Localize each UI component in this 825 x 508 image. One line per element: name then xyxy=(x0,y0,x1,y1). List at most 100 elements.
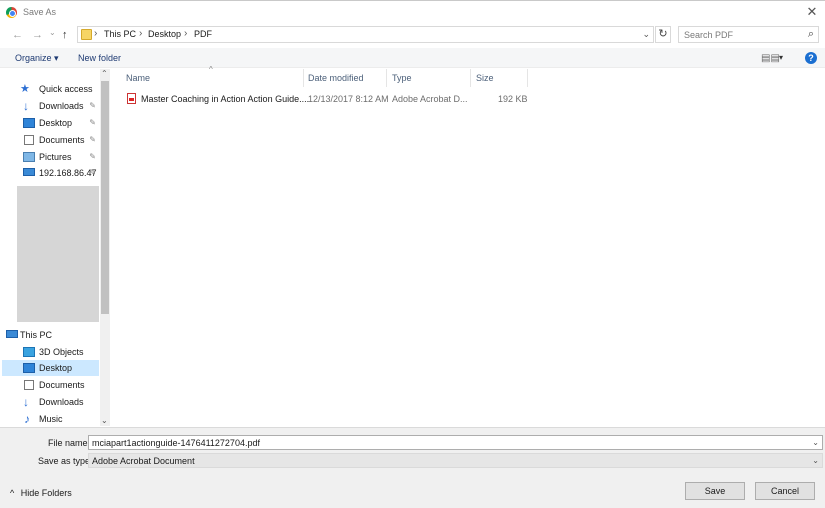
download-arrow-icon: ↓ xyxy=(23,99,29,113)
column-header-date-modified[interactable]: Date modified xyxy=(308,73,364,83)
pdf-file-icon xyxy=(127,93,136,104)
breadcrumb-desktop[interactable]: Desktop xyxy=(148,29,181,39)
sidebar-item-documents-pc[interactable]: Documents xyxy=(18,377,98,393)
sidebar-item-label: 192.168.86.47 xyxy=(39,168,97,178)
file-type: Adobe Acrobat D... xyxy=(392,94,468,104)
pin-icon[interactable]: ✎ xyxy=(89,132,96,148)
command-bar: Organize ▾ New folder ▤▤ ▾ ? xyxy=(0,48,825,68)
column-header-size[interactable]: Size xyxy=(476,73,494,83)
sidebar-item-label: 3D Objects xyxy=(39,347,84,357)
search-box[interactable]: Search PDF ⌕ xyxy=(678,26,819,43)
breadcrumb-separator: › xyxy=(94,28,98,39)
pin-icon[interactable]: ✎ xyxy=(89,98,96,114)
breadcrumb-separator: › xyxy=(139,28,143,39)
file-name-field[interactable]: mciapart1actionguide-1476411272704.pdf ⌄ xyxy=(88,435,823,450)
file-name[interactable]: Master Coaching in Action Action Guide..… xyxy=(141,94,309,104)
new-folder-button[interactable]: New folder xyxy=(78,53,121,63)
sidebar-item-desktop[interactable]: Desktop ✎ xyxy=(18,115,98,131)
address-dropdown-icon[interactable]: ⌄ xyxy=(642,29,650,40)
close-icon[interactable]: ✕ xyxy=(803,3,821,21)
pin-icon[interactable]: ✎ xyxy=(89,115,96,131)
forward-arrow-icon[interactable]: → xyxy=(32,28,43,42)
documents-icon xyxy=(24,135,34,145)
sidebar-item-label: This PC xyxy=(20,330,53,340)
chevron-down-icon[interactable]: ⌄ xyxy=(812,456,819,465)
sidebar-item-documents[interactable]: Documents ✎ xyxy=(18,132,98,148)
save-options-panel: File name: mciapart1actionguide-14764112… xyxy=(0,427,825,508)
pictures-icon xyxy=(23,152,35,162)
sidebar-item-downloads[interactable]: ↓ Downloads ✎ xyxy=(18,98,98,114)
file-size: 192 KB xyxy=(498,94,528,104)
sidebar-item-network-drive[interactable]: 192.168.86.47 ✎ xyxy=(18,165,98,181)
refresh-icon[interactable]: ↻ xyxy=(655,26,671,43)
navigation-pane: ★ Quick access ↓ Downloads ✎ Desktop ✎ D… xyxy=(0,69,111,426)
hide-folders-label: Hide Folders xyxy=(20,488,72,498)
desktop-icon xyxy=(23,363,35,373)
desktop-icon xyxy=(23,118,35,128)
column-divider[interactable] xyxy=(386,69,387,87)
file-name-label: File name: xyxy=(48,438,91,448)
breadcrumb-pdf[interactable]: PDF xyxy=(194,29,212,39)
scroll-down-icon[interactable]: ⌄ xyxy=(101,416,108,425)
address-bar[interactable]: › This PC › Desktop › PDF ⌄ xyxy=(77,26,654,43)
save-as-type-value: Adobe Acrobat Document xyxy=(92,456,195,466)
up-arrow-icon[interactable]: ↑ xyxy=(62,28,68,42)
save-button[interactable]: Save xyxy=(685,482,745,500)
column-divider[interactable] xyxy=(527,69,528,87)
organize-button[interactable]: Organize ▾ xyxy=(15,53,59,64)
save-as-type-label: Save as type: xyxy=(38,456,93,466)
sidebar-item-label: Desktop xyxy=(39,118,73,128)
sidebar-item-music[interactable]: ♪ Music xyxy=(18,411,98,427)
view-dropdown-icon[interactable]: ▾ xyxy=(779,53,783,62)
breadcrumb-separator: › xyxy=(184,28,188,39)
hide-folders-button[interactable]: ^ Hide Folders xyxy=(10,488,72,498)
pin-icon[interactable]: ✎ xyxy=(89,149,96,165)
star-icon: ★ xyxy=(20,83,30,95)
sidebar-item-label: Pictures xyxy=(39,152,72,162)
sidebar-item-label: Documents xyxy=(39,380,85,390)
sidebar-item-label: Quick access xyxy=(39,84,93,94)
sidebar-item-label: Desktop xyxy=(39,363,73,373)
download-arrow-icon: ↓ xyxy=(23,395,29,409)
save-as-type-select[interactable]: Adobe Acrobat Document ⌄ xyxy=(88,453,823,468)
column-header-type[interactable]: Type xyxy=(392,73,412,83)
cancel-button[interactable]: Cancel xyxy=(755,482,815,500)
sidebar-item-label: Documents xyxy=(39,135,85,145)
sidebar-item-label: Music xyxy=(39,414,63,424)
sidebar-item-downloads-pc[interactable]: ↓ Downloads xyxy=(18,394,98,410)
chrome-icon xyxy=(6,7,17,18)
folder-icon xyxy=(81,29,92,40)
recent-locations-icon[interactable]: ⌄ xyxy=(49,26,56,40)
file-list: ^ Name Date modified Type Size Master Co… xyxy=(116,65,825,426)
sidebar-item-desktop-selected[interactable]: Desktop xyxy=(2,360,99,376)
view-options-icon[interactable]: ▤▤ xyxy=(761,53,780,64)
sidebar-scrollbar[interactable]: ⌃ ⌄ xyxy=(100,69,110,426)
breadcrumb-this-pc[interactable]: This PC xyxy=(104,29,136,39)
back-arrow-icon[interactable]: ← xyxy=(12,28,23,42)
window-title: Save As xyxy=(23,7,57,17)
pin-icon[interactable]: ✎ xyxy=(89,165,96,181)
save-as-dialog: Save As ✕ ← → ⌄ ↑ › This PC › Desktop › … xyxy=(0,0,825,508)
sidebar-item-quick-access[interactable]: ★ Quick access xyxy=(18,81,98,97)
file-name-input[interactable]: mciapart1actionguide-1476411272704.pdf xyxy=(92,438,260,448)
redacted-area xyxy=(17,186,99,322)
search-icon[interactable]: ⌕ xyxy=(808,28,814,41)
help-icon[interactable]: ? xyxy=(805,52,817,64)
search-input[interactable]: Search PDF xyxy=(684,30,733,40)
sidebar-item-pictures[interactable]: Pictures ✎ xyxy=(18,149,98,165)
chevron-down-icon[interactable]: ⌄ xyxy=(812,438,819,447)
sidebar-item-label: Downloads xyxy=(39,101,84,111)
documents-icon xyxy=(24,380,34,390)
column-divider[interactable] xyxy=(470,69,471,87)
title-bar: Save As ✕ xyxy=(0,1,825,23)
file-date: 12/13/2017 8:12 AM xyxy=(308,94,389,104)
music-icon: ♪ xyxy=(24,412,30,426)
column-divider[interactable] xyxy=(303,69,304,87)
scroll-up-icon[interactable]: ⌃ xyxy=(101,69,108,78)
sidebar-item-3d-objects[interactable]: 3D Objects xyxy=(18,344,98,360)
sidebar-item-this-pc[interactable]: This PC xyxy=(1,327,81,343)
network-drive-icon xyxy=(23,168,35,176)
sidebar-item-label: Downloads xyxy=(39,397,84,407)
scrollbar-thumb[interactable] xyxy=(101,81,109,314)
column-header-name[interactable]: Name xyxy=(126,73,150,83)
